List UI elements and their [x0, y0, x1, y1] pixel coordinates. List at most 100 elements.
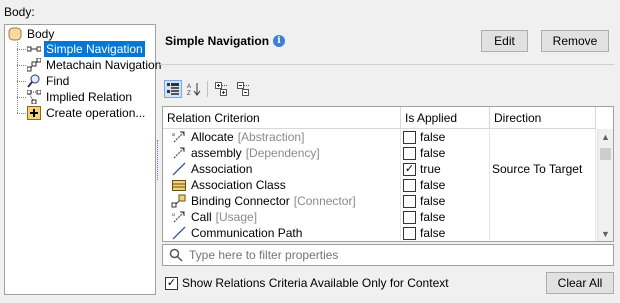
panel-splitter[interactable] [157, 140, 160, 180]
is-applied-checkbox[interactable]: ✓ [403, 162, 416, 176]
direction-cell[interactable] [490, 177, 596, 193]
sort-az-icon: AZ [187, 83, 201, 96]
info-icon[interactable]: i [273, 35, 285, 47]
tree-item-label: Metachain Navigation [46, 58, 162, 72]
header-divider [160, 64, 614, 65]
expand-all-icon [215, 82, 228, 96]
remove-button[interactable]: Remove [541, 30, 609, 52]
tree-item-label: Simple Navigation [44, 41, 145, 57]
is-applied-value: false [420, 194, 446, 208]
tree-item-simple-navigation[interactable]: Simple Navigation [27, 41, 145, 57]
find-icon [27, 74, 41, 88]
clear-all-button[interactable]: Clear All [546, 272, 614, 294]
relation-stereotype: [Dependency] [245, 146, 320, 160]
tree-item-find[interactable]: Find [27, 73, 71, 89]
filter-box[interactable] [162, 244, 614, 266]
scroll-down-arrow-icon[interactable]: ▼ [597, 226, 613, 241]
svg-text:Z: Z [187, 91, 191, 96]
panel-title: Simple Navigation [165, 34, 270, 48]
relation-criterion-cell: u Call [Usage] [163, 209, 401, 225]
is-applied-cell[interactable]: false [401, 177, 490, 193]
is-applied-cell[interactable]: false [401, 193, 490, 209]
tree-item-create-operation[interactable]: Create operation... [27, 105, 147, 121]
association-icon [171, 161, 187, 177]
tree-root-body[interactable]: Body [8, 26, 56, 42]
operation-tree[interactable]: Body Simple Navigation Metachain Navigat… [4, 24, 161, 295]
create-operation-icon [27, 106, 41, 120]
svg-text:u: u [172, 212, 175, 218]
is-applied-cell[interactable]: ✓ true [401, 161, 490, 177]
column-header-relation-criterion[interactable]: Relation Criterion [163, 107, 401, 129]
relation-name: Binding Connector [191, 194, 290, 208]
direction-cell[interactable] [490, 193, 596, 209]
search-icon [169, 248, 183, 262]
sort-alphabetical-button[interactable]: AZ [185, 80, 203, 98]
direction-cell[interactable] [490, 225, 596, 241]
is-applied-value: true [420, 162, 441, 176]
show-relations-checkbox[interactable]: ✓ [165, 277, 178, 290]
is-applied-checkbox[interactable] [403, 226, 416, 240]
toolbar-separator [207, 81, 208, 97]
dependency-icon [171, 145, 187, 161]
relation-name: Association [191, 162, 253, 176]
relation-criterion-cell: Binding Connector [Connector] [163, 193, 401, 209]
relation-name: Call [191, 210, 212, 224]
categorized-view-button[interactable] [164, 80, 182, 98]
table-row[interactable]: Communication Path false [163, 225, 596, 241]
is-applied-checkbox[interactable] [403, 146, 416, 160]
is-applied-value: false [420, 130, 446, 144]
is-applied-cell[interactable]: false [401, 209, 490, 225]
direction-cell[interactable] [490, 145, 596, 161]
categorized-icon [167, 83, 179, 95]
column-header-is-applied[interactable]: Is Applied [401, 107, 490, 129]
is-applied-cell[interactable]: false [401, 145, 490, 161]
relation-criterion-cell: assembly [Dependency] [163, 145, 401, 161]
tree-item-label: Implied Relation [46, 90, 133, 104]
tree-item-metachain-navigation[interactable]: Metachain Navigation [27, 57, 163, 73]
table-row[interactable]: Association Class false [163, 177, 596, 193]
allocate-icon: a [171, 129, 187, 145]
filter-input[interactable] [189, 248, 613, 262]
relation-criterion-cell: Association [163, 161, 401, 177]
is-applied-checkbox[interactable] [403, 130, 416, 144]
svg-text:A: A [187, 84, 191, 90]
metachain-navigation-icon [27, 58, 41, 72]
body-icon [8, 27, 22, 41]
scroll-up-arrow-icon[interactable]: ▲ [597, 129, 613, 145]
is-applied-cell[interactable]: false [401, 225, 490, 241]
relation-name: Allocate [191, 130, 234, 144]
relation-criteria-table[interactable]: Relation Criterion Is Applied Direction … [162, 106, 614, 242]
edit-button[interactable]: Edit [481, 30, 528, 52]
is-applied-cell[interactable]: false [401, 129, 490, 145]
column-header-direction[interactable]: Direction [490, 107, 596, 129]
table-row[interactable]: u Call [Usage] false [163, 209, 596, 225]
show-relations-label: Show Relations Criteria Available Only f… [182, 276, 449, 290]
simple-navigation-icon [27, 42, 41, 56]
direction-cell[interactable]: Source To Target [490, 161, 596, 177]
tree-branch [17, 113, 26, 114]
is-applied-checkbox[interactable] [403, 210, 416, 224]
binding-connector-icon [171, 193, 187, 209]
table-row[interactable]: Association ✓ true Source To Target [163, 161, 596, 177]
scrollbar-thumb[interactable] [600, 148, 611, 160]
collapse-all-button[interactable] [235, 80, 253, 98]
tree-item-implied-relation[interactable]: Implied Relation [27, 89, 134, 105]
usage-icon: u [171, 209, 187, 225]
is-applied-value: false [420, 146, 446, 160]
is-applied-checkbox[interactable] [403, 194, 416, 208]
tree-branch [17, 49, 26, 50]
body-label: Body: [4, 5, 35, 19]
relation-name: Communication Path [191, 226, 303, 240]
table-row[interactable]: assembly [Dependency] false [163, 145, 596, 161]
tree-root-label: Body [27, 27, 55, 41]
expand-all-button[interactable] [213, 80, 231, 98]
is-applied-checkbox[interactable] [403, 178, 416, 192]
collapse-all-icon [237, 82, 250, 96]
tree-branch [17, 65, 26, 66]
relation-name: Association Class [191, 178, 286, 192]
tree-item-label: Create operation... [46, 106, 146, 120]
table-row[interactable]: Binding Connector [Connector] false [163, 193, 596, 209]
direction-cell[interactable] [490, 209, 596, 225]
direction-cell[interactable] [490, 129, 596, 145]
table-row[interactable]: a Allocate [Abstraction] false [163, 129, 596, 145]
